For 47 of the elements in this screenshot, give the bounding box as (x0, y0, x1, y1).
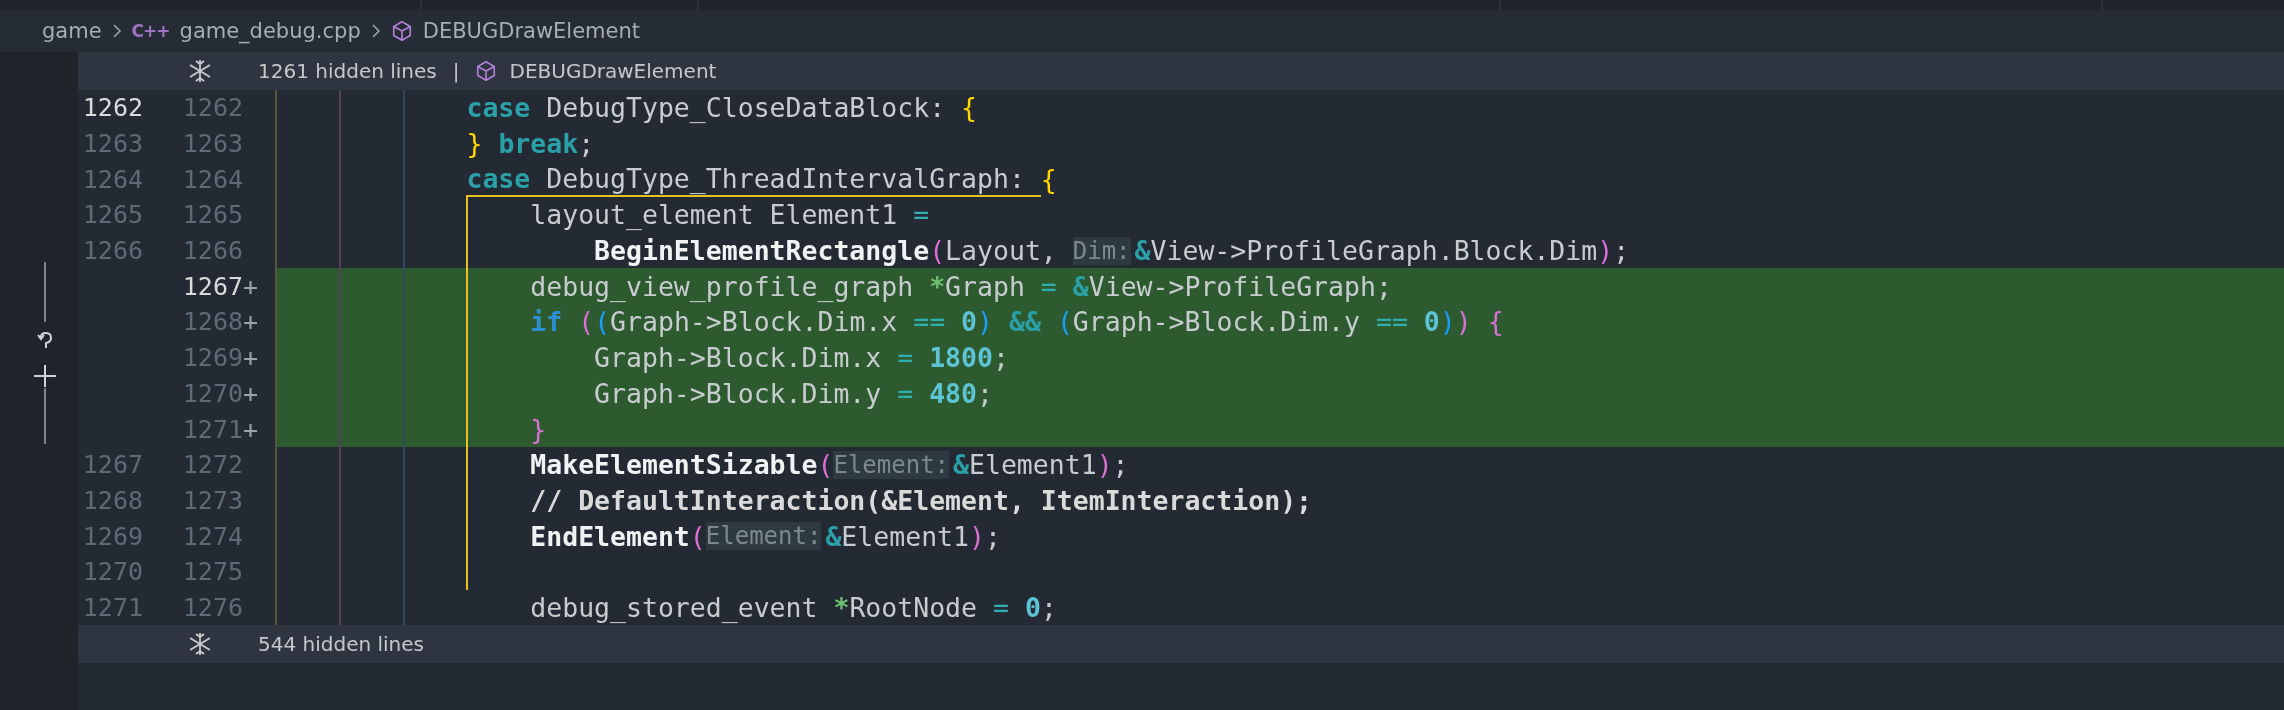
plus-icon[interactable] (33, 364, 57, 388)
chevron-icon (111, 23, 122, 39)
line-number: 1276 (182, 592, 243, 622)
line-number: 1271 (182, 414, 243, 444)
added-mark: + (243, 307, 259, 337)
line-number: 1270 (82, 557, 143, 587)
line-number: 1266 (182, 236, 243, 266)
cube-icon (475, 60, 498, 82)
added-mark: + (243, 343, 259, 373)
line-number: 1262 (182, 93, 243, 123)
hidden-lines-label: 1261 hidden lines (258, 59, 437, 83)
line-number: 1268 (82, 485, 143, 515)
line-number: 1263 (182, 129, 243, 159)
line-number: 1267 (82, 450, 143, 480)
unfold-icon (188, 632, 212, 657)
line-number: 1275 (182, 557, 243, 587)
chevron-icon (370, 23, 381, 39)
line-number: 1274 (182, 521, 243, 551)
cpp-file-icon: C++ (131, 21, 170, 41)
line-number: 1265 (82, 200, 143, 230)
added-mark: + (243, 378, 259, 408)
symbol-name: DEBUGDrawElement (509, 59, 717, 83)
line-number: 1267 (182, 271, 243, 301)
hidden-lines-bar[interactable]: 544 hidden lines (78, 625, 2284, 664)
hidden-lines-bar[interactable]: 1261 hidden lines | DEBUGDrawElement (78, 52, 2284, 90)
line-number: 1269 (182, 343, 243, 373)
line-number: 1264 (82, 164, 143, 194)
line-number: 1271 (82, 592, 143, 622)
unfold-icon (188, 59, 212, 83)
breadcrumb-item[interactable]: game_debug.cpp (179, 19, 361, 43)
breadcrumb-item[interactable]: DEBUGDrawElement (422, 19, 640, 43)
hidden-lines-label: 544 hidden lines (258, 632, 424, 657)
line-number: 1273 (182, 485, 243, 515)
line-number: 1262 (82, 93, 143, 123)
line-number: 1272 (182, 450, 243, 480)
added-mark: + (243, 271, 259, 301)
line-number: 1264 (182, 164, 243, 194)
added-mark: + (243, 414, 259, 444)
line-number: 1269 (82, 521, 143, 551)
breadcrumb-item[interactable]: game (42, 19, 102, 43)
line-number: 1265 (182, 200, 243, 230)
line-number: 1268 (182, 307, 243, 337)
line-number: 1263 (82, 129, 143, 159)
separator: | (451, 59, 461, 83)
cube-icon (390, 20, 413, 42)
line-number: 1266 (82, 236, 143, 266)
line-number: 1270 (182, 378, 243, 408)
